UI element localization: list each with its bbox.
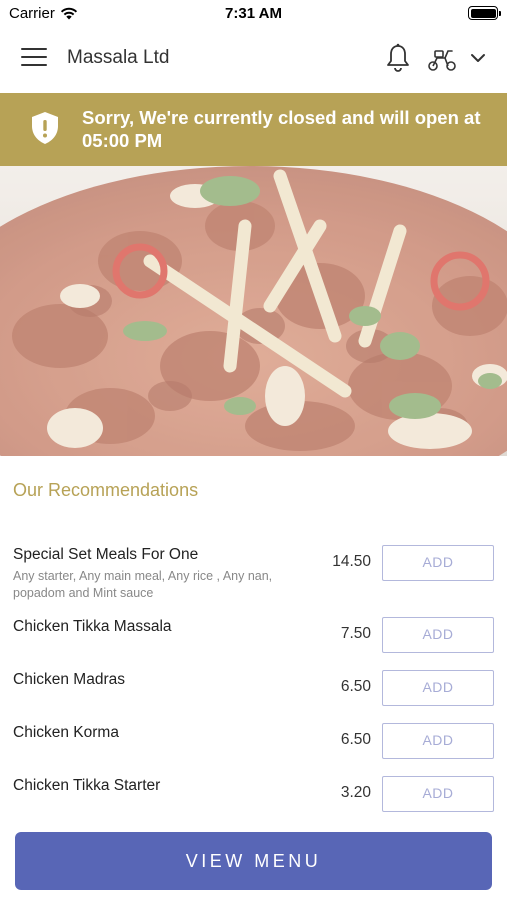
add-button[interactable]: ADD	[382, 545, 494, 581]
add-button[interactable]: ADD	[382, 670, 494, 706]
menu-item-name: Chicken Korma	[13, 724, 119, 741]
menu-item-name: Special Set Meals For One	[13, 546, 199, 563]
scooter-icon[interactable]	[426, 46, 458, 72]
menu-item-price: 6.50	[340, 731, 371, 748]
add-button[interactable]: ADD	[382, 723, 494, 759]
add-button[interactable]: ADD	[382, 617, 494, 653]
menu-item-name: Chicken Madras	[13, 671, 125, 688]
menu-icon[interactable]	[21, 48, 47, 70]
menu-item-price: 14.50	[332, 553, 371, 570]
view-menu-button[interactable]: VIEW MENU	[15, 832, 492, 890]
menu-item-description: Any starter, Any main meal, Any rice , A…	[13, 569, 273, 600]
status-time: 7:31 AM	[225, 5, 282, 22]
menu-item-price: 3.20	[340, 784, 371, 801]
app-header: Massala Ltd	[0, 28, 507, 92]
bell-icon[interactable]	[385, 43, 411, 73]
menu-item-name: Chicken Tikka Massala	[13, 618, 172, 635]
shield-alert-icon	[32, 112, 58, 144]
chevron-down-icon[interactable]	[468, 50, 488, 66]
closed-message: Sorry, We're currently closed and will o…	[82, 107, 481, 151]
closed-banner: Sorry, We're currently closed and will o…	[0, 93, 507, 166]
menu-item-name: Chicken Tikka Starter	[13, 777, 161, 794]
status-bar: Carrier 7:31 AM	[0, 0, 507, 28]
restaurant-title: Massala Ltd	[67, 47, 170, 68]
menu-item-price: 7.50	[340, 625, 371, 642]
battery-icon	[468, 6, 501, 20]
recommendations-title: Our Recommendations	[13, 480, 199, 500]
add-button[interactable]: ADD	[382, 776, 494, 812]
hero-food-image	[0, 166, 507, 456]
menu-item-price: 6.50	[340, 678, 371, 695]
